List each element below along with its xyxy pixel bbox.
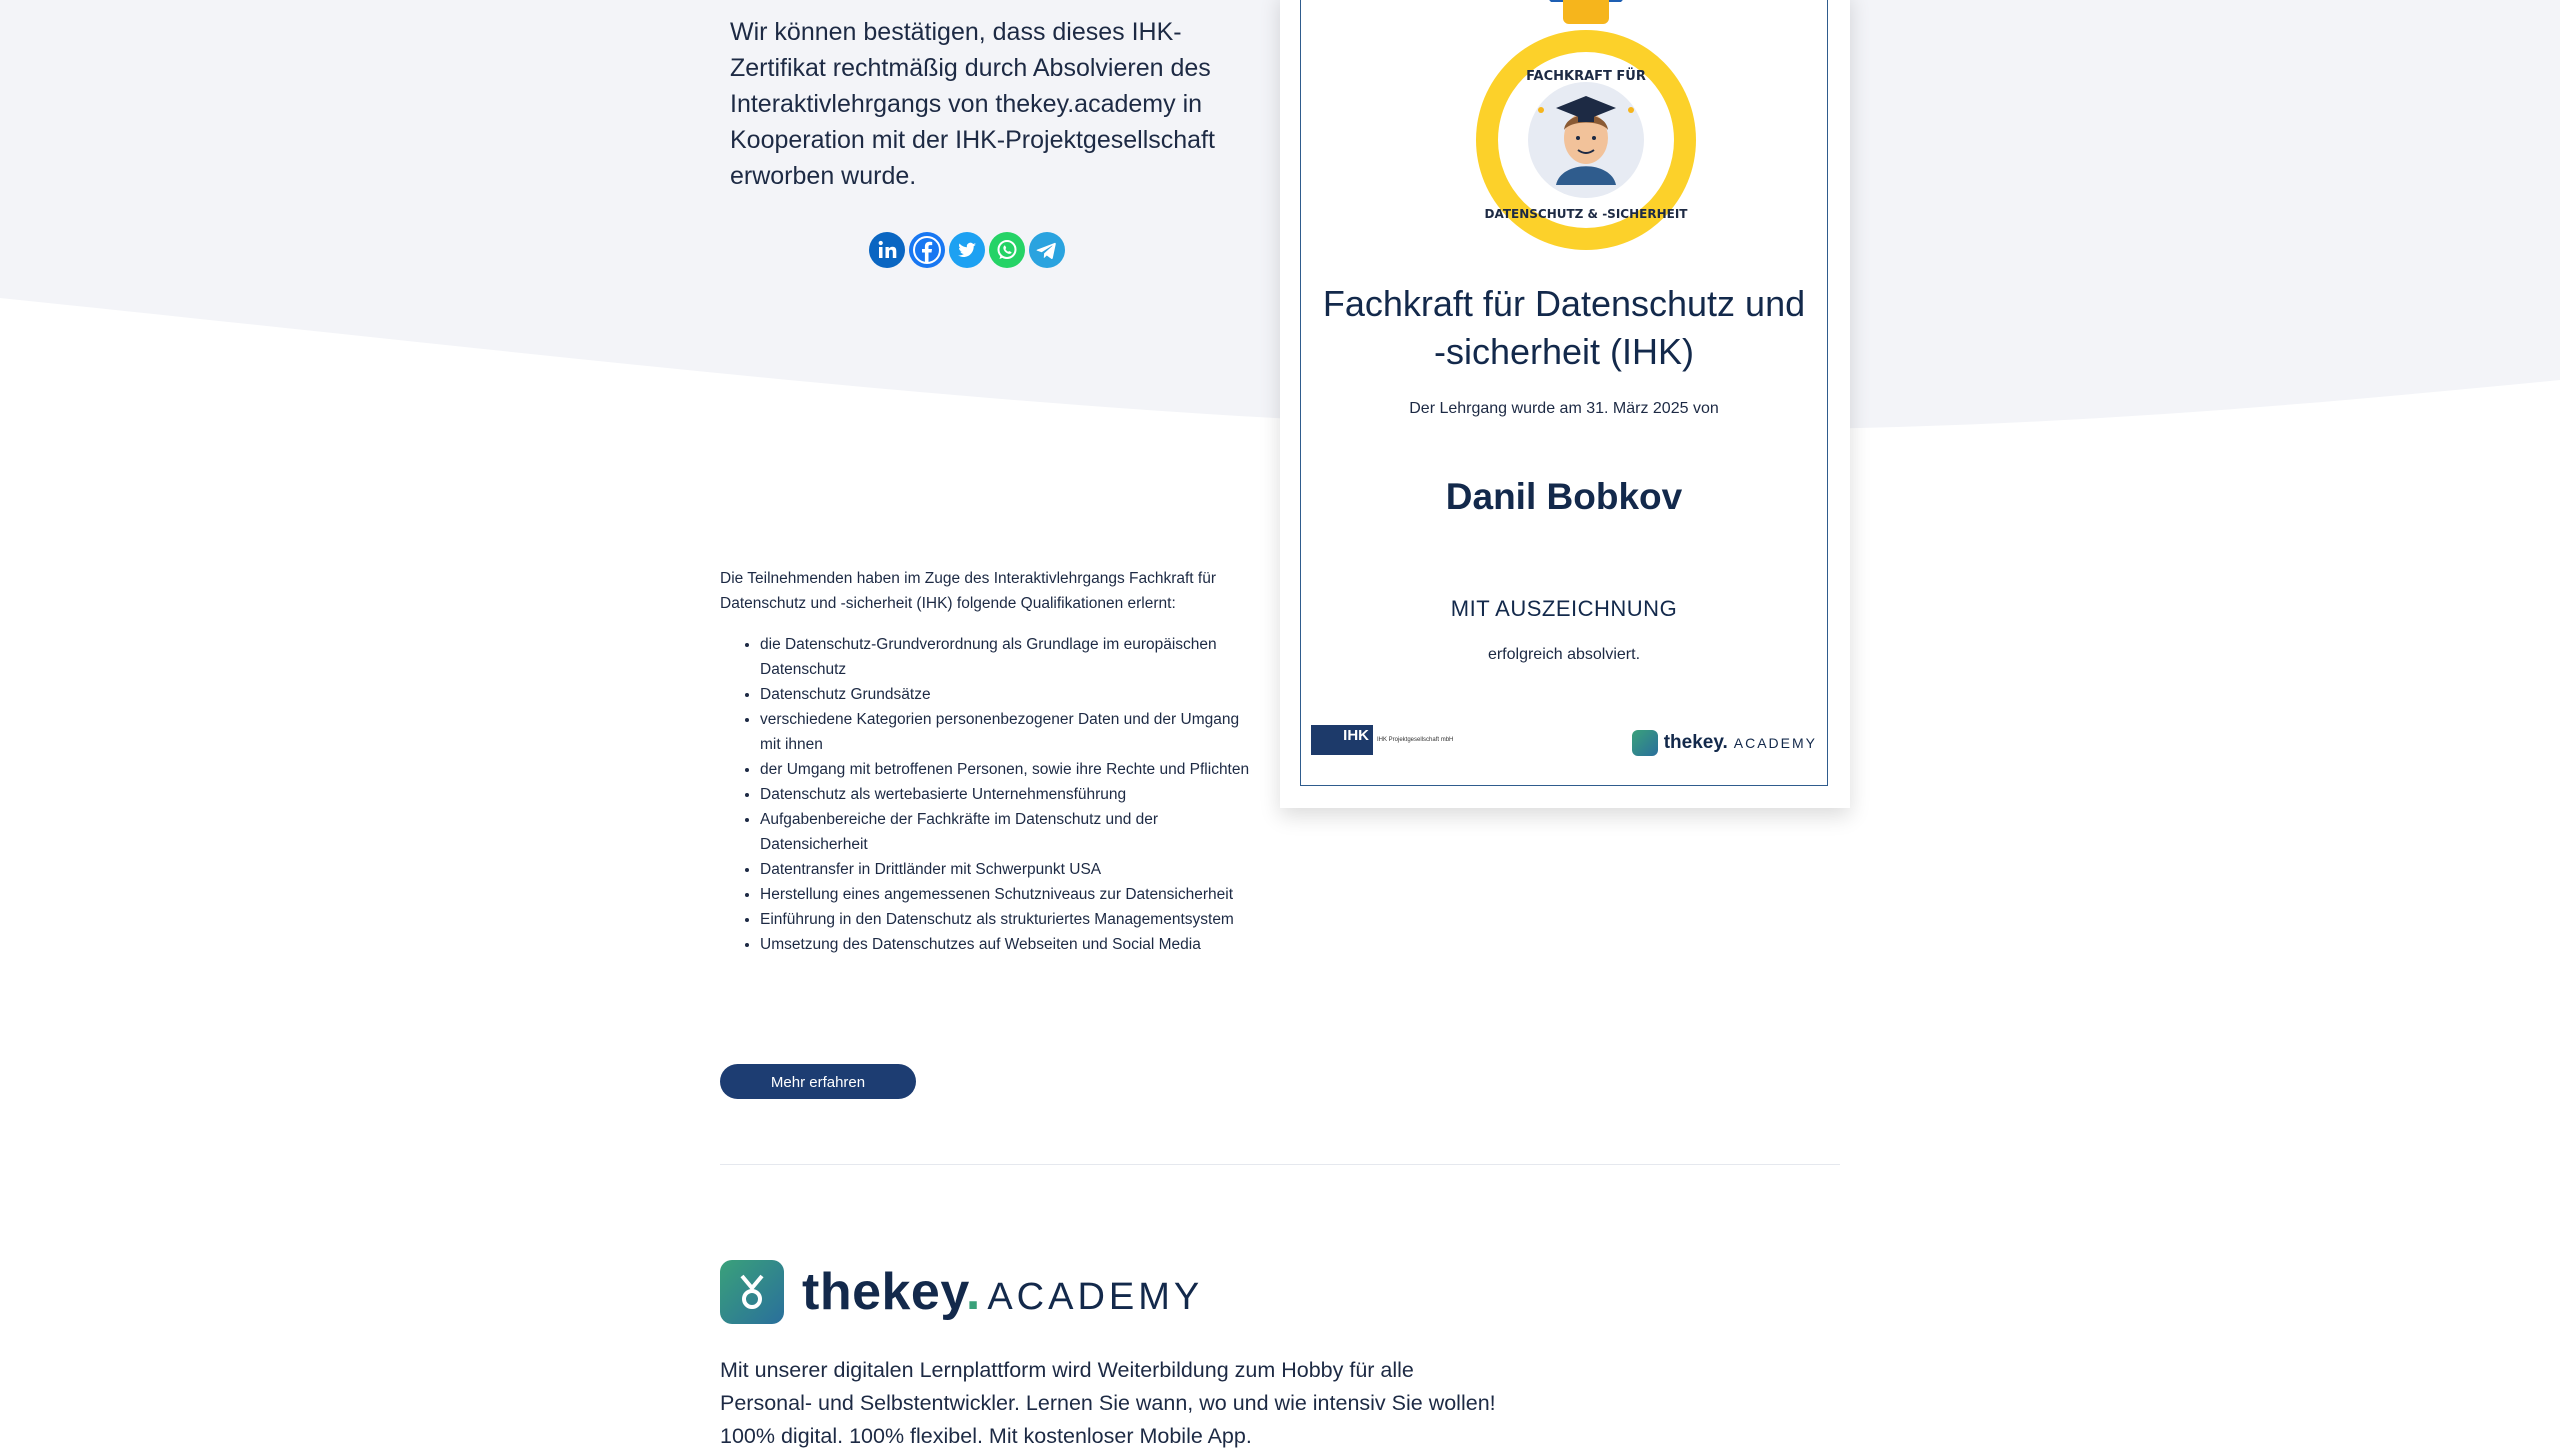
list-item: Umsetzung des Datenschutzes auf Webseite… xyxy=(760,932,1260,957)
facebook-icon xyxy=(909,232,945,268)
list-item: Aufgabenbereiche der Fachkräfte im Daten… xyxy=(760,807,1260,857)
telegram-icon xyxy=(1029,232,1065,268)
certificate-frame: FACHKRAFT FÜR DATENSCHUTZ & -SICHERHEIT … xyxy=(1300,0,1828,786)
thekey-academy-logo: thekey. ACADEMY xyxy=(720,1260,1203,1324)
twitter-icon xyxy=(949,232,985,268)
certificate-title-line1: Fachkraft für Datenschutz und xyxy=(1322,283,1806,324)
brand-suffix: ACADEMY xyxy=(987,1276,1204,1318)
medal-text-top: FACHKRAFT FÜR xyxy=(1526,68,1646,84)
list-item: Herstellung eines angemessenen Schutzniv… xyxy=(760,882,1260,907)
list-item: Einführung in den Datenschutz als strukt… xyxy=(760,907,1260,932)
ihk-logo-mark: IHK xyxy=(1311,725,1373,755)
certificate-title-line2: -sicherheit (IHK) xyxy=(1433,331,1695,372)
verification-text: Wir können bestätigen, dass dieses IHK-Z… xyxy=(730,18,1215,190)
social-share-bar xyxy=(869,232,1065,268)
brand-word: thekey xyxy=(802,1263,966,1321)
certificate-title: Fachkraft für Datenschutz und -sicherhei… xyxy=(1301,280,1827,376)
list-item: Datentransfer in Drittländer mit Schwerp… xyxy=(760,857,1260,882)
whatsapp-share-button[interactable] xyxy=(989,232,1025,268)
brand-dot: . xyxy=(965,1263,981,1321)
facebook-share-button[interactable] xyxy=(909,232,945,268)
list-item: Datenschutz Grundsätze xyxy=(760,682,1260,707)
linkedin-share-button[interactable] xyxy=(869,232,905,268)
section-divider xyxy=(720,1164,1840,1165)
brand-description-line3: 100% digital. 100% flexibel. Mit kostenl… xyxy=(720,1424,1252,1448)
brand-description: Mit unserer digitalen Lernplattform wird… xyxy=(720,1354,1500,1453)
more-info-button[interactable]: Mehr erfahren xyxy=(720,1064,916,1099)
qualifications-intro: Die Teilnehmenden haben im Zuge des Inte… xyxy=(720,570,1216,612)
twitter-share-button[interactable] xyxy=(949,232,985,268)
certificate-recipient-name: Danil Bobkov xyxy=(1445,476,1683,517)
telegram-share-button[interactable] xyxy=(1029,232,1065,268)
linkedin-icon xyxy=(869,232,905,268)
list-item: verschiedene Kategorien personenbezogene… xyxy=(760,707,1260,757)
list-item: der Umgang mit betroffenen Personen, sow… xyxy=(760,757,1260,782)
medal-badge-icon: FACHKRAFT FÜR DATENSCHUTZ & -SICHERHEIT xyxy=(1476,0,1696,250)
ihk-logo-text: IHK Projektgesellschaft mbH xyxy=(1377,736,1454,743)
qualifications-list: die Datenschutz-Grundverordnung als Grun… xyxy=(720,632,1260,957)
brand-description-line1: Mit unserer digitalen Lernplattform wird… xyxy=(720,1358,1414,1382)
qualifications-section: Die Teilnehmenden haben im Zuge des Inte… xyxy=(720,566,1260,957)
thekey-logo-mark-icon xyxy=(720,1260,784,1324)
verification-statement: Wir können bestätigen, dass dieses IHK-Z… xyxy=(730,14,1250,194)
thekey-logo-mark-icon xyxy=(1631,730,1658,756)
certificate-card: FACHKRAFT FÜR DATENSCHUTZ & -SICHERHEIT … xyxy=(1280,0,1850,808)
thekey-logo-small: thekey. ACADEMY xyxy=(1631,730,1817,756)
brand-description-line2: Personal- und Selbstentwickler. Lernen S… xyxy=(720,1391,1496,1415)
certificate-subtitle: Der Lehrgang wurde am 31. März 2025 von xyxy=(1409,400,1719,417)
certificate-award: MIT AUSZEICHNUNG xyxy=(1450,596,1678,621)
thekey-logo-name: thekey. xyxy=(1663,732,1728,753)
whatsapp-icon xyxy=(989,232,1025,268)
certificate-completed: erfolgreich absolviert. xyxy=(1487,646,1641,663)
list-item: die Datenschutz-Grundverordnung als Grun… xyxy=(760,632,1260,682)
ihk-logo: IHK IHK Projektgesellschaft mbH xyxy=(1311,725,1467,755)
thekey-logo-suffix: ACADEMY xyxy=(1733,735,1817,751)
list-item: Datenschutz als wertebasierte Unternehme… xyxy=(760,782,1260,807)
medal-text-bottom: DATENSCHUTZ & -SICHERHEIT xyxy=(1485,207,1689,221)
